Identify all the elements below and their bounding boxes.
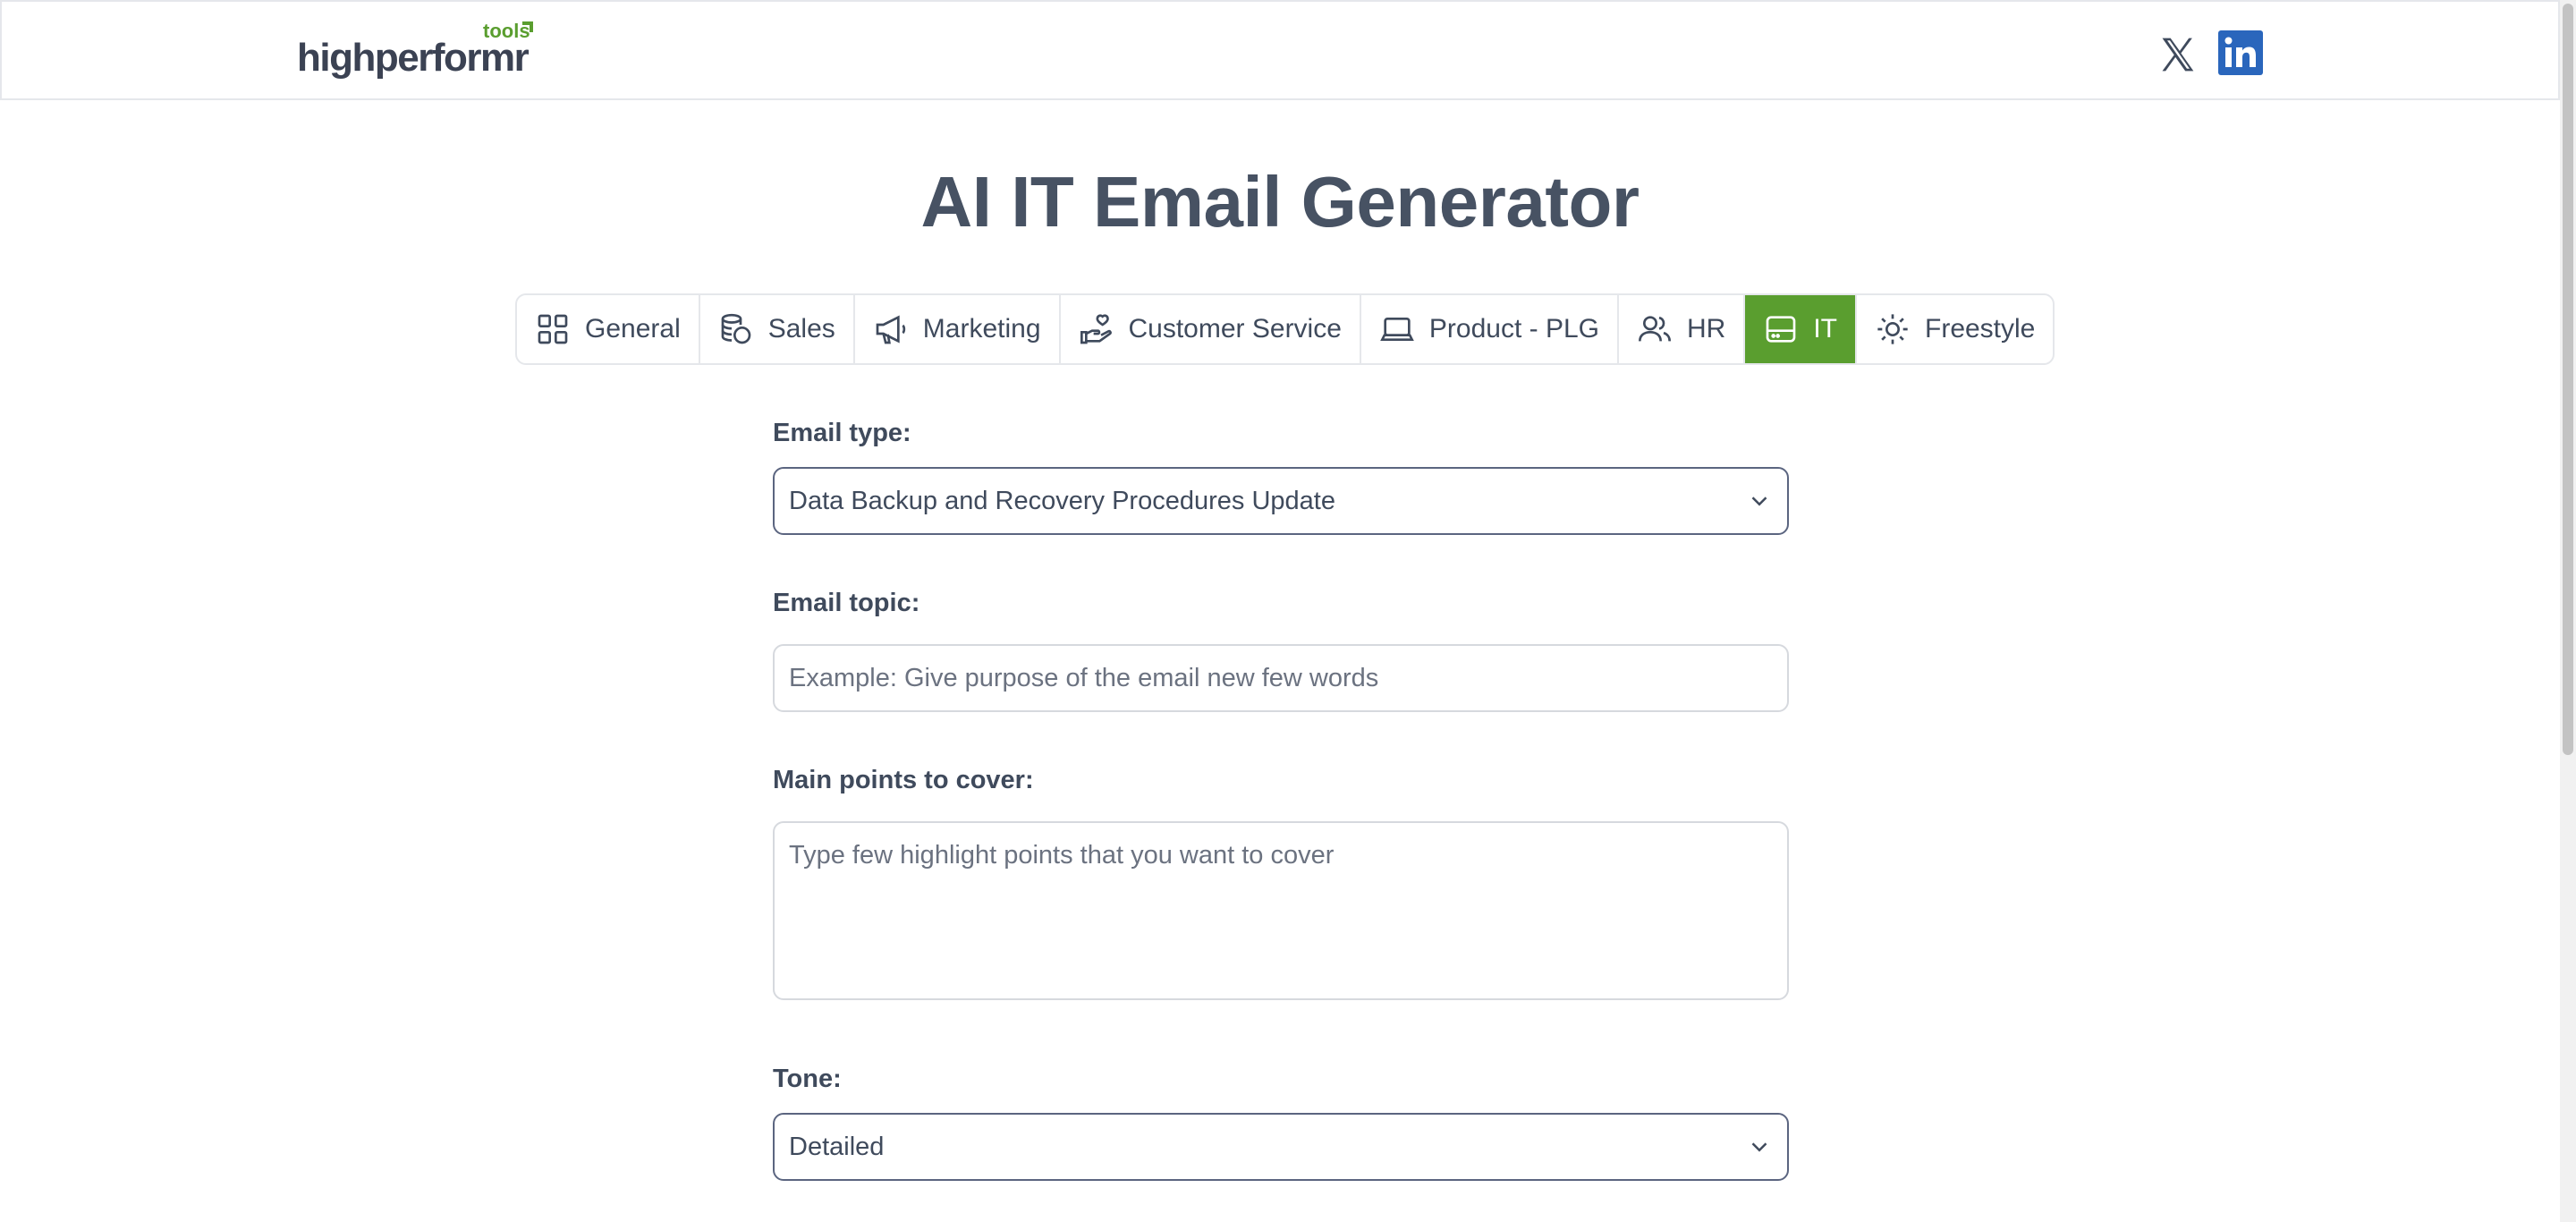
logo-mark-icon bbox=[522, 21, 533, 32]
tab-it[interactable]: IT bbox=[1745, 295, 1857, 363]
sun-icon bbox=[1877, 314, 1908, 344]
tab-label: Sales bbox=[767, 314, 835, 344]
tab-product-plg[interactable]: Product - PLG bbox=[1361, 295, 1619, 363]
email-topic-label: Email topic: bbox=[773, 589, 920, 617]
tab-freestyle[interactable]: Freestyle bbox=[1857, 295, 2053, 363]
hand-heart-icon bbox=[1080, 314, 1112, 344]
logo[interactable]: highperformr tools bbox=[297, 20, 538, 82]
main-points-textarea[interactable]: Type few highlight points that you want … bbox=[773, 821, 1789, 1000]
category-tabs: General Sales Marketing Customer Service… bbox=[515, 293, 2055, 365]
hard-drive-icon bbox=[1766, 316, 1796, 343]
tab-marketing[interactable]: Marketing bbox=[855, 295, 1061, 363]
chevron-down-icon bbox=[1751, 496, 1767, 506]
tab-label: HR bbox=[1686, 314, 1726, 344]
laptop-icon bbox=[1380, 318, 1414, 341]
main-points-placeholder: Type few highlight points that you want … bbox=[789, 841, 1335, 870]
tab-label: Marketing bbox=[922, 314, 1041, 344]
tab-label: IT bbox=[1813, 314, 1837, 344]
main-points-label: Main points to cover: bbox=[773, 766, 1034, 794]
coins-icon bbox=[721, 313, 751, 344]
linkedin-icon[interactable] bbox=[2218, 30, 2263, 75]
tab-customer-service[interactable]: Customer Service bbox=[1061, 295, 1361, 363]
grid-icon bbox=[538, 314, 568, 344]
chevron-down-icon bbox=[1751, 1142, 1767, 1152]
tone-value: Detailed bbox=[789, 1132, 885, 1161]
email-topic-placeholder: Example: Give purpose of the email new f… bbox=[789, 663, 1379, 692]
tab-label: Freestyle bbox=[1925, 314, 2036, 344]
megaphone-icon bbox=[876, 315, 905, 344]
scrollbar-thumb[interactable] bbox=[2563, 4, 2573, 755]
tab-hr[interactable]: HR bbox=[1619, 295, 1746, 363]
tab-label: Customer Service bbox=[1128, 314, 1342, 344]
tab-general[interactable]: General bbox=[517, 295, 700, 363]
page-title: AI IT Email Generator bbox=[920, 162, 1640, 242]
site-header: highperformr tools bbox=[0, 0, 2560, 100]
tone-select[interactable]: Detailed bbox=[773, 1113, 1789, 1181]
scrollbar[interactable] bbox=[2560, 0, 2576, 1222]
email-type-label: Email type: bbox=[773, 419, 911, 447]
tab-label: General bbox=[585, 314, 681, 344]
email-topic-input[interactable]: Example: Give purpose of the email new f… bbox=[773, 644, 1789, 712]
tone-label: Tone: bbox=[773, 1065, 842, 1093]
x-icon[interactable] bbox=[2157, 34, 2197, 75]
page: highperformr tools AI IT Email Generator bbox=[0, 0, 2576, 1222]
users-icon bbox=[1638, 316, 1671, 342]
tab-sales[interactable]: Sales bbox=[700, 295, 855, 363]
tab-label: Product - PLG bbox=[1428, 314, 1599, 344]
email-type-value: Data Backup and Recovery Procedures Upda… bbox=[789, 486, 1335, 515]
email-type-select[interactable]: Data Backup and Recovery Procedures Upda… bbox=[773, 467, 1789, 535]
